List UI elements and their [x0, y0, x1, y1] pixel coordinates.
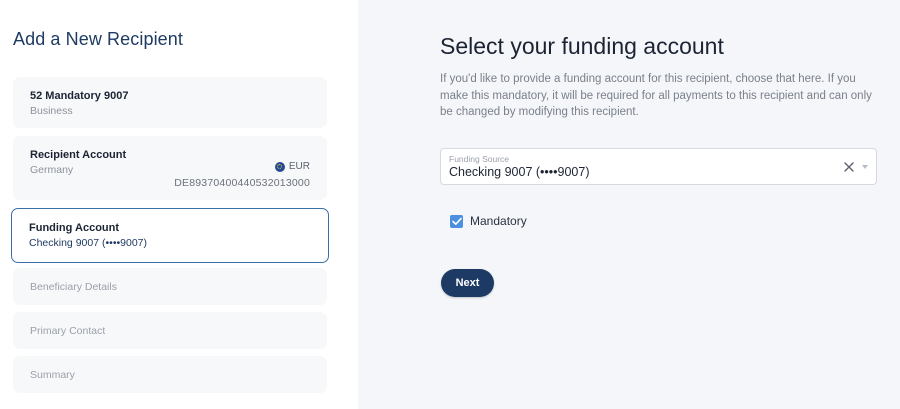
step-summary-label: Summary: [30, 369, 75, 381]
funding-source-select[interactable]: Funding Source Checking 9007 (••••9007): [440, 148, 877, 185]
step-funding-account-value: Checking 9007 (••••9007): [29, 237, 148, 249]
step-primary-contact-label: Primary Contact: [30, 325, 106, 337]
mandatory-checkbox[interactable]: [450, 214, 463, 228]
step-summary: Summary: [13, 356, 327, 393]
mandatory-label[interactable]: Mandatory: [470, 214, 527, 228]
sidebar: Add a New Recipient 52 Mandatory 9007 Bu…: [0, 0, 358, 409]
mandatory-option: Mandatory: [450, 214, 527, 228]
step-recipient-account-title: Recipient Account: [30, 149, 127, 161]
step-beneficiary-details: Beneficiary Details: [13, 268, 327, 305]
clear-icon[interactable]: [842, 160, 856, 174]
step-funding-account[interactable]: Funding Account Checking 9007 (••••9007): [11, 208, 329, 263]
eu-flag-icon: [274, 161, 285, 172]
main-panel: Select your funding account If you'd lik…: [358, 0, 900, 409]
recipient-iban: DE89370400440532013000: [174, 177, 310, 189]
next-button[interactable]: Next: [441, 269, 494, 297]
step-primary-contact: Primary Contact: [13, 312, 327, 349]
step-recipient-name-subtitle: Business: [30, 105, 73, 117]
chevron-down-icon[interactable]: [862, 165, 868, 169]
step-recipient-name[interactable]: 52 Mandatory 9007 Business: [13, 77, 327, 128]
page-description: If you'd like to provide a funding accou…: [440, 73, 872, 118]
step-funding-account-title: Funding Account: [29, 222, 120, 234]
funding-source-value: Checking 9007 (••••9007): [449, 165, 590, 179]
step-recipient-account-country: Germany: [30, 164, 74, 176]
step-recipient-name-title: 52 Mandatory 9007: [30, 90, 129, 102]
currency-code: EUR: [288, 161, 310, 172]
funding-source-label: Funding Source: [449, 154, 510, 164]
page-title: Select your funding account: [440, 33, 724, 59]
sidebar-title: Add a New Recipient: [13, 29, 183, 49]
step-recipient-account[interactable]: Recipient Account Germany EUR DE89370400…: [13, 136, 327, 200]
step-beneficiary-details-label: Beneficiary Details: [30, 281, 117, 293]
currency-indicator: EUR: [274, 161, 310, 172]
